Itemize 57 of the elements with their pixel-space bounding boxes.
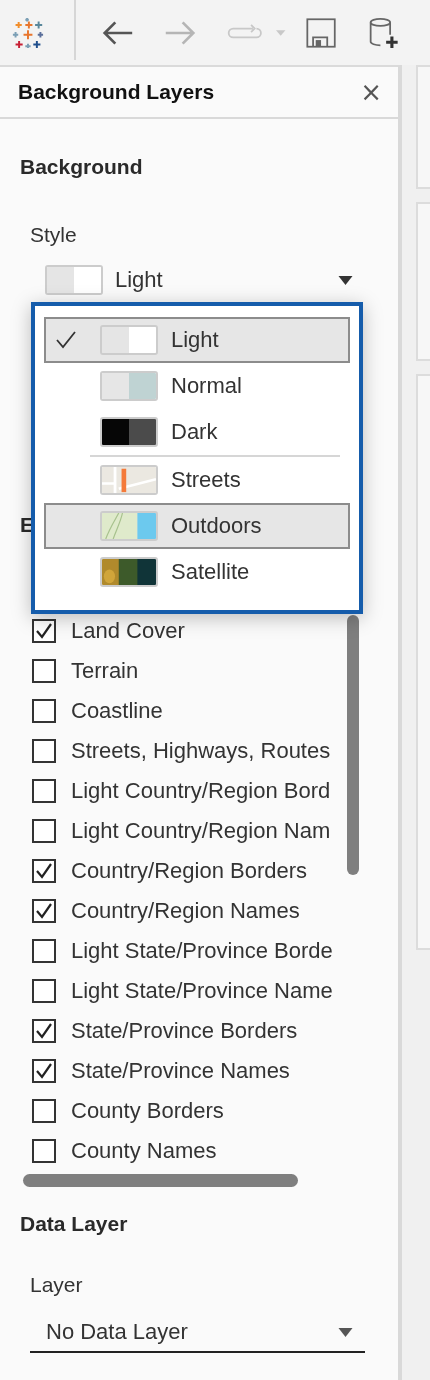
caret-icon [338, 275, 353, 285]
layer-label: Light State/Province Name [71, 978, 333, 1004]
checkbox[interactable] [32, 699, 56, 723]
layer-label: Coastline [71, 698, 163, 724]
swatch-icon [100, 417, 158, 447]
checkmark-icon [56, 331, 76, 349]
swatch-icon [100, 465, 158, 495]
section-heading: Background [20, 154, 143, 180]
layer-label: Terrain [71, 658, 139, 684]
scrollbar-thumb[interactable] [347, 615, 359, 875]
style-dropdown[interactable]: Light [45, 262, 365, 298]
menu-item[interactable]: Dark [44, 409, 350, 455]
menu-item[interactable]: Streets [44, 457, 350, 503]
checkbox[interactable] [32, 1099, 56, 1123]
layer-label: State/Province Names [71, 1058, 290, 1084]
caret-icon [338, 1327, 353, 1337]
layer-label: State/Province Borders [71, 1018, 298, 1044]
checkbox[interactable] [32, 819, 56, 843]
checkbox[interactable] [32, 739, 56, 763]
layer-label: Light Country/Region Nam [71, 818, 331, 844]
field-label: Style [30, 223, 77, 247]
checkbox[interactable] [32, 979, 56, 1003]
checkbox[interactable] [32, 899, 56, 923]
layer-label: Light Country/Region Bord [71, 778, 331, 804]
logo-icon[interactable] [12, 16, 44, 49]
layer-dropdown[interactable]: No Data Layer [30, 1313, 365, 1353]
swatch-icon [100, 557, 158, 587]
layer-label: County Borders [71, 1098, 224, 1124]
scrollbar-thumb[interactable] [23, 1174, 298, 1187]
layer-label: Light State/Province Borde [71, 938, 333, 964]
layer-label: Country/Region Names [71, 898, 300, 924]
swatch-icon [100, 325, 158, 355]
menu-item[interactable]: Outdoors [44, 503, 350, 549]
panel-title: Background Layers [18, 80, 215, 104]
menu-item[interactable]: Satellite [44, 549, 350, 595]
checkbox[interactable] [32, 779, 56, 803]
layer-label: Land Cover [71, 618, 185, 644]
checkbox[interactable] [32, 659, 56, 683]
save-icon[interactable] [305, 15, 336, 50]
add-data-source-icon[interactable] [367, 15, 398, 50]
swatch-icon [45, 265, 103, 295]
layer-label: County Names [71, 1138, 217, 1164]
section-heading: Data Layer [20, 1211, 128, 1237]
menu-item[interactable]: Normal [44, 363, 350, 409]
field-label: Layer [30, 1273, 83, 1297]
layer-label: Streets, Highways, Routes [71, 738, 331, 764]
checkbox[interactable] [32, 1059, 56, 1083]
close-button[interactable]: × [356, 79, 386, 105]
checkbox[interactable] [32, 859, 56, 883]
checkbox[interactable] [32, 1139, 56, 1163]
menu-item[interactable]: Light [44, 317, 350, 363]
checkbox[interactable] [32, 939, 56, 963]
swatch-icon [100, 371, 158, 401]
swatch-icon [100, 511, 158, 541]
checkbox[interactable] [32, 1019, 56, 1043]
checkbox[interactable] [32, 619, 56, 643]
layer-label: Country/Region Borders [71, 858, 307, 884]
